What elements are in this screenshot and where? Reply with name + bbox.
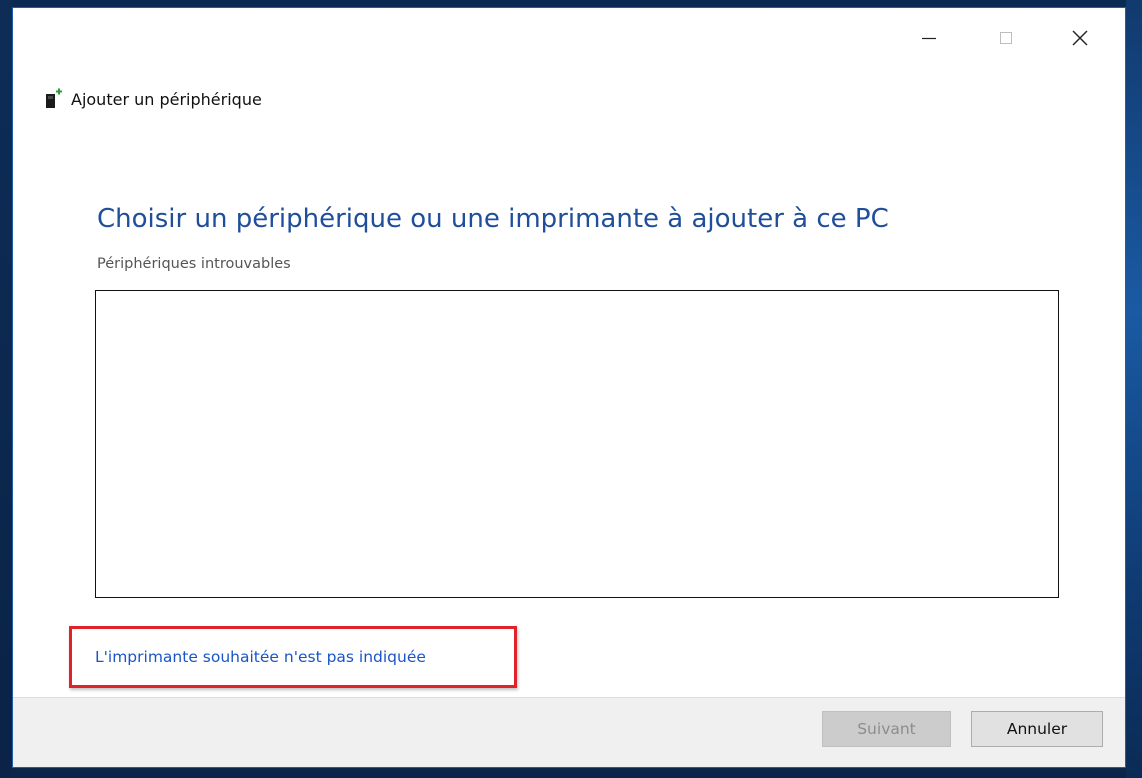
footer-bar: Suivant Annuler: [13, 697, 1125, 767]
close-button[interactable]: [1057, 22, 1103, 54]
cancel-button[interactable]: Annuler: [971, 711, 1103, 747]
add-device-icon: [45, 88, 63, 110]
printer-not-listed-link[interactable]: L'imprimante souhaitée n'est pas indiqué…: [95, 648, 426, 666]
desktop-background-left: [0, 0, 12, 778]
minimize-button[interactable]: [906, 22, 952, 54]
maximize-icon: [998, 30, 1014, 46]
next-button[interactable]: Suivant: [822, 711, 951, 747]
add-device-window: Ajouter un périphérique Choisir un périp…: [12, 7, 1126, 768]
search-status: Périphériques introuvables: [97, 256, 291, 272]
window-heading: Ajouter un périphérique: [45, 88, 262, 110]
close-icon: [1071, 29, 1089, 47]
minimize-icon: [921, 30, 937, 46]
device-list[interactable]: [95, 290, 1059, 598]
maximize-button[interactable]: [983, 22, 1029, 54]
desktop-background-right: [1126, 0, 1142, 778]
page-title: Choisir un périphérique ou une imprimant…: [97, 204, 889, 234]
title-bar: [13, 8, 1125, 76]
window-title: Ajouter un périphérique: [71, 89, 262, 109]
